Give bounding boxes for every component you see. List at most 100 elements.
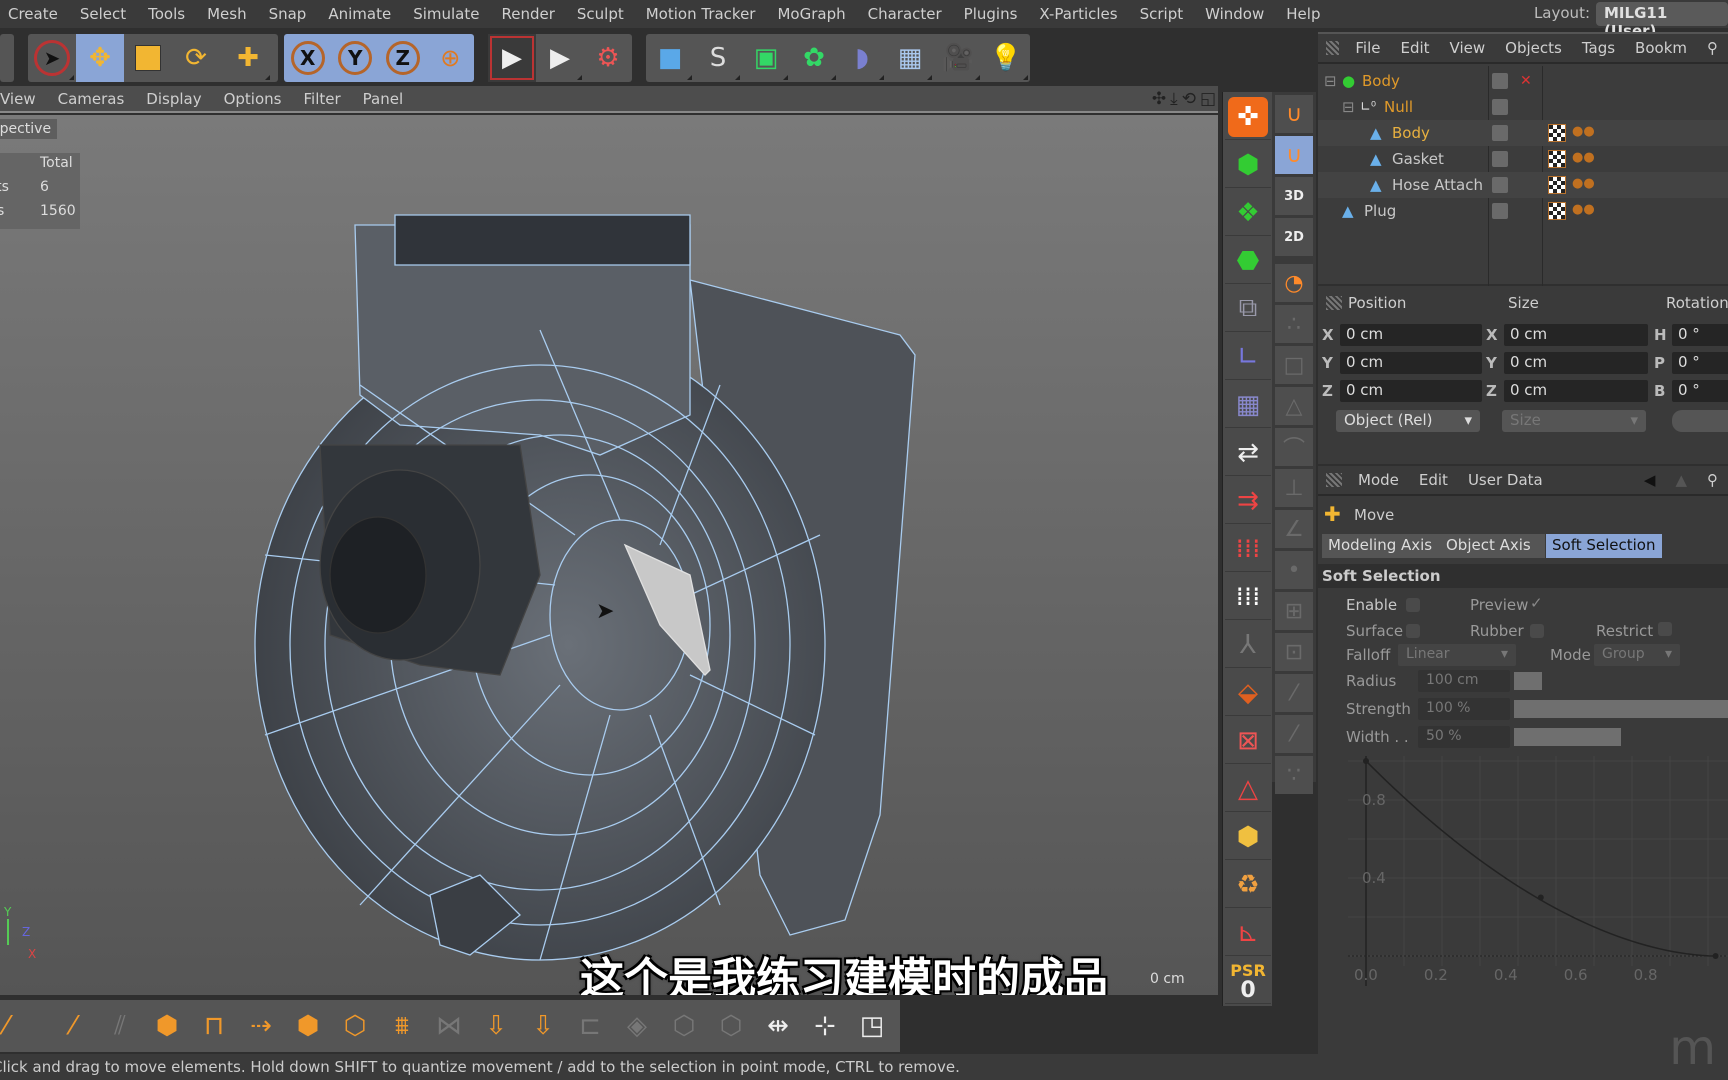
spline-pen-icon[interactable]: S — [694, 34, 742, 82]
phong-tag-icon[interactable]: ●● — [1572, 176, 1595, 194]
object-mode-icon[interactable]: ⬢ — [1225, 142, 1271, 188]
polygon-snap-icon[interactable]: △ — [1275, 387, 1313, 425]
back-arrow-icon[interactable]: ◀ — [1634, 471, 1666, 489]
extrude-inner-icon[interactable]: ⬢ — [286, 1004, 330, 1048]
material-tag-icon[interactable] — [1548, 202, 1566, 220]
material-tag-icon[interactable] — [1548, 124, 1566, 142]
edge-snap-icon[interactable]: □ — [1275, 346, 1313, 384]
viewport-menu-display[interactable]: Display — [135, 90, 212, 108]
size-mode-select[interactable]: Size ▾ — [1502, 410, 1646, 432]
apply-button[interactable] — [1672, 410, 1728, 432]
visibility-toggle[interactable] — [1492, 177, 1508, 193]
stitch-icon[interactable]: ⇩ — [474, 1004, 518, 1048]
render-view-icon[interactable]: ▶ — [488, 34, 536, 82]
om-menu-objects[interactable]: Objects — [1495, 39, 1572, 57]
rotation-b-field[interactable]: 0 ° — [1672, 380, 1728, 402]
light-icon[interactable]: 💡 — [982, 34, 1030, 82]
object-name[interactable]: Hose Attach — [1392, 176, 1483, 194]
render-to-picture-viewer-icon[interactable]: ▶ — [536, 34, 584, 82]
am-menu-user-data[interactable]: User Data — [1458, 471, 1553, 489]
viewport-menu-options[interactable]: Options — [213, 90, 293, 108]
expand-toggle-icon[interactable]: ⊟ — [1342, 98, 1355, 116]
maximize-view-icon[interactable]: ◱ — [1200, 89, 1216, 109]
uv-points-icon[interactable]: ⊠ — [1225, 718, 1271, 764]
falloff-select[interactable]: Linear ▾ — [1398, 644, 1516, 666]
polygons-mode-icon[interactable]: ⅄ — [1225, 622, 1271, 668]
grid-line-snap-icon[interactable]: ⁄ — [1275, 674, 1313, 712]
workplane-icon[interactable]: ⧉ — [1225, 286, 1271, 332]
sculpt-mesh-icon[interactable]: ⬢ — [1225, 814, 1271, 860]
surface-checkbox[interactable] — [1406, 624, 1420, 638]
object-name[interactable]: Plug — [1364, 202, 1396, 220]
menu-render[interactable]: Render — [490, 5, 565, 23]
grid-point-snap-icon[interactable]: ⊡ — [1275, 633, 1313, 671]
viewport-menu-filter[interactable]: Filter — [292, 90, 351, 108]
2d-snap-icon[interactable]: 2D — [1275, 218, 1313, 256]
object-name[interactable]: Body — [1362, 72, 1400, 90]
visibility-toggle[interactable] — [1492, 151, 1508, 167]
z-axis-lock-icon[interactable]: Z — [379, 34, 427, 82]
tab-soft-selection[interactable]: Soft Selection — [1546, 534, 1662, 558]
object-row-body[interactable]: ▲ Body ●● — [1318, 120, 1728, 146]
model-mode-icon[interactable]: ✜ — [1225, 94, 1271, 140]
tab-modeling-axis[interactable]: Modeling Axis — [1322, 534, 1439, 558]
menu-plugins[interactable]: Plugins — [953, 5, 1029, 23]
slide-icon[interactable]: ⇩ — [521, 1004, 565, 1048]
points-arrows-icon[interactable]: ⇄ — [1225, 430, 1271, 476]
menu-x-particles[interactable]: X-Particles — [1028, 5, 1128, 23]
mode-select[interactable]: Group ▾ — [1594, 644, 1680, 666]
rotation-h-field[interactable]: 0 ° — [1672, 324, 1728, 346]
subdivision-surface-icon[interactable]: ▣ — [742, 34, 790, 82]
deformer-icon[interactable]: ◗ — [838, 34, 886, 82]
guide-snap-icon[interactable]: ⁄ — [1275, 715, 1313, 753]
axis-center-icon[interactable]: ⊹ — [803, 1004, 847, 1048]
strength-slider[interactable] — [1514, 700, 1728, 718]
live-selection-icon[interactable]: ➤ — [28, 34, 76, 82]
layout-select[interactable]: MILG11 (User) — [1596, 2, 1728, 40]
menu-sculpt[interactable]: Sculpt — [566, 5, 635, 23]
menu-motion-tracker[interactable]: Motion Tracker — [635, 5, 767, 23]
animation-mode-icon[interactable]: ❖ — [1225, 190, 1271, 236]
iron-icon[interactable]: ⊏ — [568, 1004, 612, 1048]
locked-workplane-icon[interactable]: ⊾ — [1225, 910, 1271, 956]
recycle-icon[interactable]: ♻ — [1225, 862, 1271, 908]
move-tool-icon[interactable]: ✥ — [76, 34, 124, 82]
object-name[interactable]: Null — [1384, 98, 1413, 116]
menu-simulate[interactable]: Simulate — [402, 5, 490, 23]
midpoint-snap-icon[interactable]: • — [1275, 551, 1313, 589]
uv-grid-icon[interactable]: ▦ — [1225, 382, 1271, 428]
om-menu-tags[interactable]: Tags — [1572, 39, 1625, 57]
expand-toggle-icon[interactable]: ⊟ — [1324, 72, 1337, 90]
menu-help[interactable]: Help — [1275, 5, 1331, 23]
bridge-icon[interactable]: ⫽ — [98, 1004, 142, 1048]
weld-icon[interactable]: ⋈ — [427, 1004, 471, 1048]
menu-select[interactable]: Select — [69, 5, 137, 23]
render-settings-icon[interactable]: ⚙ — [584, 34, 632, 82]
y-axis-lock-icon[interactable]: Y — [332, 34, 380, 82]
panel-grip-icon[interactable] — [1326, 473, 1342, 487]
am-menu-mode[interactable]: Mode — [1348, 471, 1409, 489]
bevel-icon[interactable]: ⊓ — [192, 1004, 236, 1048]
om-menu-edit[interactable]: Edit — [1390, 39, 1439, 57]
om-menu-view[interactable]: View — [1440, 39, 1496, 57]
position-x-field[interactable]: 0 cm — [1340, 324, 1482, 346]
camera-icon[interactable]: 🎥 — [934, 34, 982, 82]
cube-object-icon[interactable]: ■ — [646, 34, 694, 82]
polygon-pen-icon[interactable]: ⁄ — [51, 1004, 95, 1048]
menu-snap[interactable]: Snap — [258, 5, 318, 23]
coordinate-system-icon[interactable]: ⊕ — [427, 34, 475, 82]
melt-icon[interactable]: ◈ — [615, 1004, 659, 1048]
size-x-field[interactable]: 0 cm — [1504, 324, 1648, 346]
restrict-checkbox[interactable] — [1658, 622, 1672, 636]
axis-mode-icon[interactable]: ∟ — [1225, 334, 1271, 380]
visibility-toggle[interactable] — [1492, 73, 1508, 89]
dolly-icon[interactable]: ⤓ — [1170, 89, 1178, 109]
axis-scale-icon[interactable]: ◳ — [850, 1004, 894, 1048]
edge-mode-ladder-icon[interactable]: ⇉ — [1225, 478, 1271, 524]
width-field[interactable]: 50 % — [1418, 726, 1510, 748]
phong-tag-icon[interactable]: ●● — [1572, 202, 1595, 220]
3d-viewport[interactable]: Perspective Total Objects 6 Polygons 156… — [0, 115, 1218, 995]
disabled-x-icon[interactable]: ✕ — [1520, 73, 1532, 89]
material-tag-icon[interactable] — [1548, 150, 1566, 168]
close-hole-icon[interactable]: ⇢ — [239, 1004, 283, 1048]
